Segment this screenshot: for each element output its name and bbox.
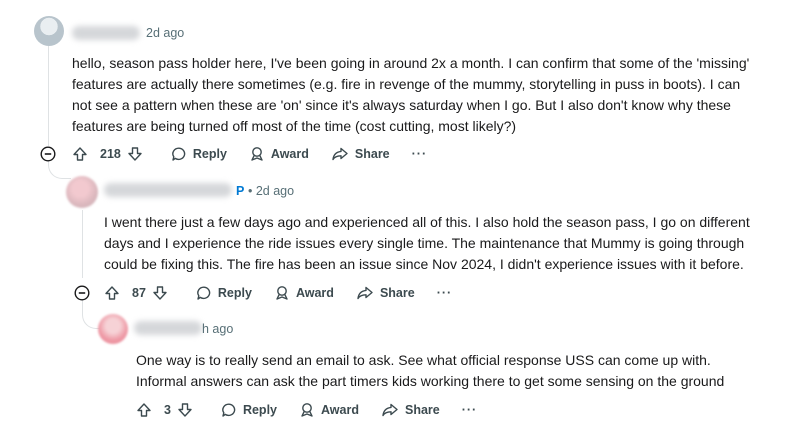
share-button[interactable]: Share <box>381 402 440 418</box>
downvote-icon[interactable] <box>127 146 143 162</box>
award-label: Award <box>295 286 334 300</box>
share-icon <box>382 403 398 417</box>
reply-icon <box>222 403 236 417</box>
award-icon <box>301 403 313 417</box>
share-label: Share <box>379 286 415 300</box>
username-redacted[interactable] <box>72 26 140 40</box>
avatar[interactable] <box>34 16 64 46</box>
share-label: Share <box>404 403 440 417</box>
comment-actions: 3 Reply Award Share ··· <box>136 396 499 424</box>
share-button[interactable]: Share <box>356 285 415 301</box>
upvote-icon[interactable] <box>136 402 152 418</box>
more-options-button[interactable]: ··· <box>462 403 478 417</box>
award-button[interactable]: Award <box>274 285 334 301</box>
comment-body: One way is to really send an email to as… <box>136 352 725 389</box>
thread-connector-1 <box>48 160 71 179</box>
award-icon <box>276 286 288 300</box>
avatar[interactable] <box>66 176 98 208</box>
upvote-icon[interactable] <box>72 146 88 162</box>
comment-body: I went there just a few days ago and exp… <box>104 214 750 272</box>
collapse-icon <box>74 285 90 301</box>
reply-icon <box>197 286 211 300</box>
comment-body: hello, season pass holder here, I've bee… <box>72 55 750 134</box>
share-icon <box>357 286 373 300</box>
more-options-button[interactable]: ··· <box>437 286 453 300</box>
reply-button[interactable]: Reply <box>221 402 277 418</box>
downvote-icon[interactable] <box>152 285 168 301</box>
award-label: Award <box>270 147 309 161</box>
comment-timestamp: h ago <box>202 322 234 336</box>
vote-count: 87 <box>132 286 146 300</box>
reply-icon <box>172 147 186 161</box>
vote-count: 218 <box>100 147 121 161</box>
upvote-icon[interactable] <box>104 285 120 301</box>
avatar[interactable] <box>98 314 128 344</box>
reply-label: Reply <box>242 403 277 417</box>
award-button[interactable]: Award <box>249 146 309 162</box>
comment-timestamp: 2d ago <box>146 26 185 40</box>
vote-count: 3 <box>164 403 171 417</box>
collapse-thread-button[interactable] <box>74 285 90 301</box>
username-redacted[interactable] <box>134 321 202 335</box>
comment-timestamp: • 2d ago <box>248 184 295 198</box>
award-icon <box>251 147 263 161</box>
reply-button[interactable]: Reply <box>196 285 252 301</box>
vote-group: 218 <box>72 146 149 162</box>
vote-group: 3 <box>136 402 199 418</box>
user-flair: P <box>236 184 245 198</box>
thread-line-2 <box>82 210 83 278</box>
comment-actions: 87 Reply Award Share ··· <box>104 279 474 307</box>
thread-line-1 <box>48 46 49 146</box>
reply-button[interactable]: Reply <box>171 146 227 162</box>
reply-label: Reply <box>192 147 227 161</box>
reply-label: Reply <box>217 286 252 300</box>
collapse-thread-button[interactable] <box>40 146 56 162</box>
downvote-icon[interactable] <box>177 402 193 418</box>
share-icon <box>332 147 348 161</box>
collapse-icon <box>40 146 56 162</box>
vote-group: 87 <box>104 285 174 301</box>
award-label: Award <box>321 403 359 417</box>
username-redacted[interactable] <box>104 183 232 197</box>
share-label: Share <box>354 147 390 161</box>
more-options-button[interactable]: ··· <box>412 147 428 161</box>
award-button[interactable]: Award <box>299 402 359 418</box>
share-button[interactable]: Share <box>331 146 390 162</box>
comment-actions: 218 Reply Award Share ··· <box>72 140 449 168</box>
